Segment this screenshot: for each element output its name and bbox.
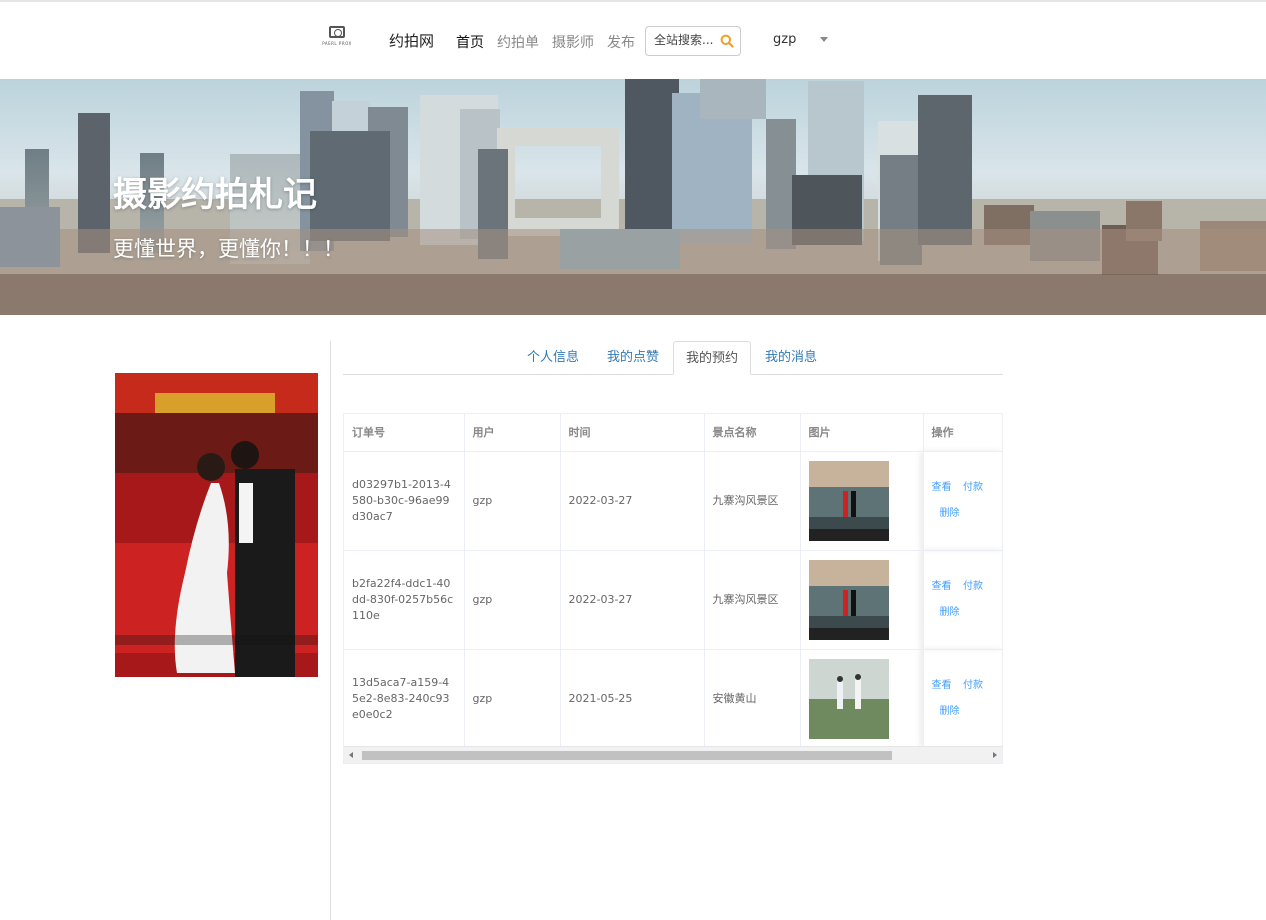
column-header-spot: 景点名称 bbox=[704, 414, 801, 452]
booking-thumbnail[interactable] bbox=[808, 460, 889, 541]
search-input[interactable] bbox=[654, 33, 716, 47]
spot-cell: 九寨沟风景区 bbox=[704, 550, 801, 650]
table-row: 13d5aca7-a159-45e2-8e83-240c93e0e0c2 gzp… bbox=[344, 649, 1002, 749]
navbar: PAERL PROX 约拍网 首页 约拍单 摄影师 发布 gzp bbox=[0, 2, 1266, 79]
spot-cell: 九寨沟风景区 bbox=[704, 451, 801, 551]
order-id-cell: 13d5aca7-a159-45e2-8e83-240c93e0e0c2 bbox=[344, 649, 465, 749]
brand-name[interactable]: 约拍网 bbox=[389, 30, 434, 51]
column-header-image: 图片 bbox=[800, 414, 924, 452]
pay-button[interactable]: 付款 bbox=[963, 678, 983, 694]
logo-text: PAERL PROX bbox=[322, 41, 352, 46]
profile-photo bbox=[115, 373, 318, 677]
bookings-table: 订单号 用户 时间 景点名称 图片 操作 d03297b1-2013-4580-… bbox=[343, 413, 1003, 764]
camera-icon bbox=[329, 26, 345, 38]
tab-my-bookings[interactable]: 我的预约 bbox=[673, 341, 751, 375]
scroll-right-icon[interactable] bbox=[993, 752, 997, 758]
image-cell bbox=[800, 451, 924, 551]
view-button[interactable]: 查看 bbox=[932, 678, 952, 694]
scrollbar-thumb[interactable] bbox=[362, 751, 892, 760]
delete-button[interactable]: 删除 bbox=[940, 704, 960, 720]
spot-cell: 安徽黄山 bbox=[704, 649, 801, 749]
booking-thumbnail[interactable] bbox=[808, 559, 889, 640]
scroll-left-icon[interactable] bbox=[349, 752, 353, 758]
search-box bbox=[645, 26, 741, 56]
tab-my-likes[interactable]: 我的点赞 bbox=[599, 341, 667, 375]
actions-cell: 查看 付款 删除 bbox=[923, 451, 1002, 551]
nav-orders[interactable]: 约拍单 bbox=[497, 32, 539, 52]
horizontal-scrollbar[interactable] bbox=[344, 746, 1002, 763]
image-cell bbox=[800, 649, 924, 749]
search-icon[interactable] bbox=[720, 34, 734, 48]
table-row: d03297b1-2013-4580-b30c-96ae99d30ac7 gzp… bbox=[344, 451, 1002, 551]
banner-title: 摄影约拍札记 bbox=[113, 175, 317, 215]
nav-links: 首页 约拍单 摄影师 发布 bbox=[456, 32, 635, 52]
nav-home[interactable]: 首页 bbox=[456, 32, 484, 52]
actions-cell: 查看 付款 删除 bbox=[923, 649, 1002, 749]
banner: 摄影约拍札记 更懂世界，更懂你！！！ bbox=[0, 79, 1266, 315]
view-button[interactable]: 查看 bbox=[932, 579, 952, 595]
logo[interactable]: PAERL PROX bbox=[318, 26, 356, 58]
time-cell: 2021-05-25 bbox=[560, 649, 705, 749]
delete-button[interactable]: 删除 bbox=[940, 605, 960, 621]
image-cell bbox=[800, 550, 924, 650]
pay-button[interactable]: 付款 bbox=[963, 579, 983, 595]
actions-cell: 查看 付款 删除 bbox=[923, 550, 1002, 650]
column-header-time: 时间 bbox=[560, 414, 705, 452]
user-cell: gzp bbox=[464, 451, 561, 551]
table-header-row: 订单号 用户 时间 景点名称 图片 操作 bbox=[344, 414, 1002, 452]
booking-thumbnail[interactable] bbox=[808, 658, 889, 739]
couple-photo-image bbox=[115, 373, 318, 677]
column-header-actions: 操作 bbox=[923, 414, 1002, 452]
banner-subtitle: 更懂世界，更懂你！！！ bbox=[113, 237, 344, 261]
user-menu[interactable]: gzp bbox=[773, 32, 796, 47]
pay-button[interactable]: 付款 bbox=[963, 480, 983, 496]
user-cell: gzp bbox=[464, 550, 561, 650]
nav-photographers[interactable]: 摄影师 bbox=[552, 32, 594, 52]
delete-button[interactable]: 删除 bbox=[940, 506, 960, 522]
nav-publish[interactable]: 发布 bbox=[607, 32, 635, 52]
time-cell: 2022-03-27 bbox=[560, 550, 705, 650]
order-id-cell: d03297b1-2013-4580-b30c-96ae99d30ac7 bbox=[344, 451, 465, 551]
chevron-down-icon[interactable] bbox=[820, 37, 828, 42]
tab-profile-info[interactable]: 个人信息 bbox=[519, 341, 587, 375]
tab-my-messages[interactable]: 我的消息 bbox=[757, 341, 825, 375]
order-id-cell: b2fa22f4-ddc1-40dd-830f-0257b56c110e bbox=[344, 550, 465, 650]
view-button[interactable]: 查看 bbox=[932, 480, 952, 496]
column-header-user: 用户 bbox=[464, 414, 561, 452]
column-header-order-id: 订单号 bbox=[344, 414, 465, 452]
user-cell: gzp bbox=[464, 649, 561, 749]
table-row: b2fa22f4-ddc1-40dd-830f-0257b56c110e gzp… bbox=[344, 550, 1002, 650]
content-divider bbox=[330, 341, 331, 920]
profile-tabs: 个人信息 我的点赞 我的预约 我的消息 bbox=[343, 341, 1003, 375]
time-cell: 2022-03-27 bbox=[560, 451, 705, 551]
